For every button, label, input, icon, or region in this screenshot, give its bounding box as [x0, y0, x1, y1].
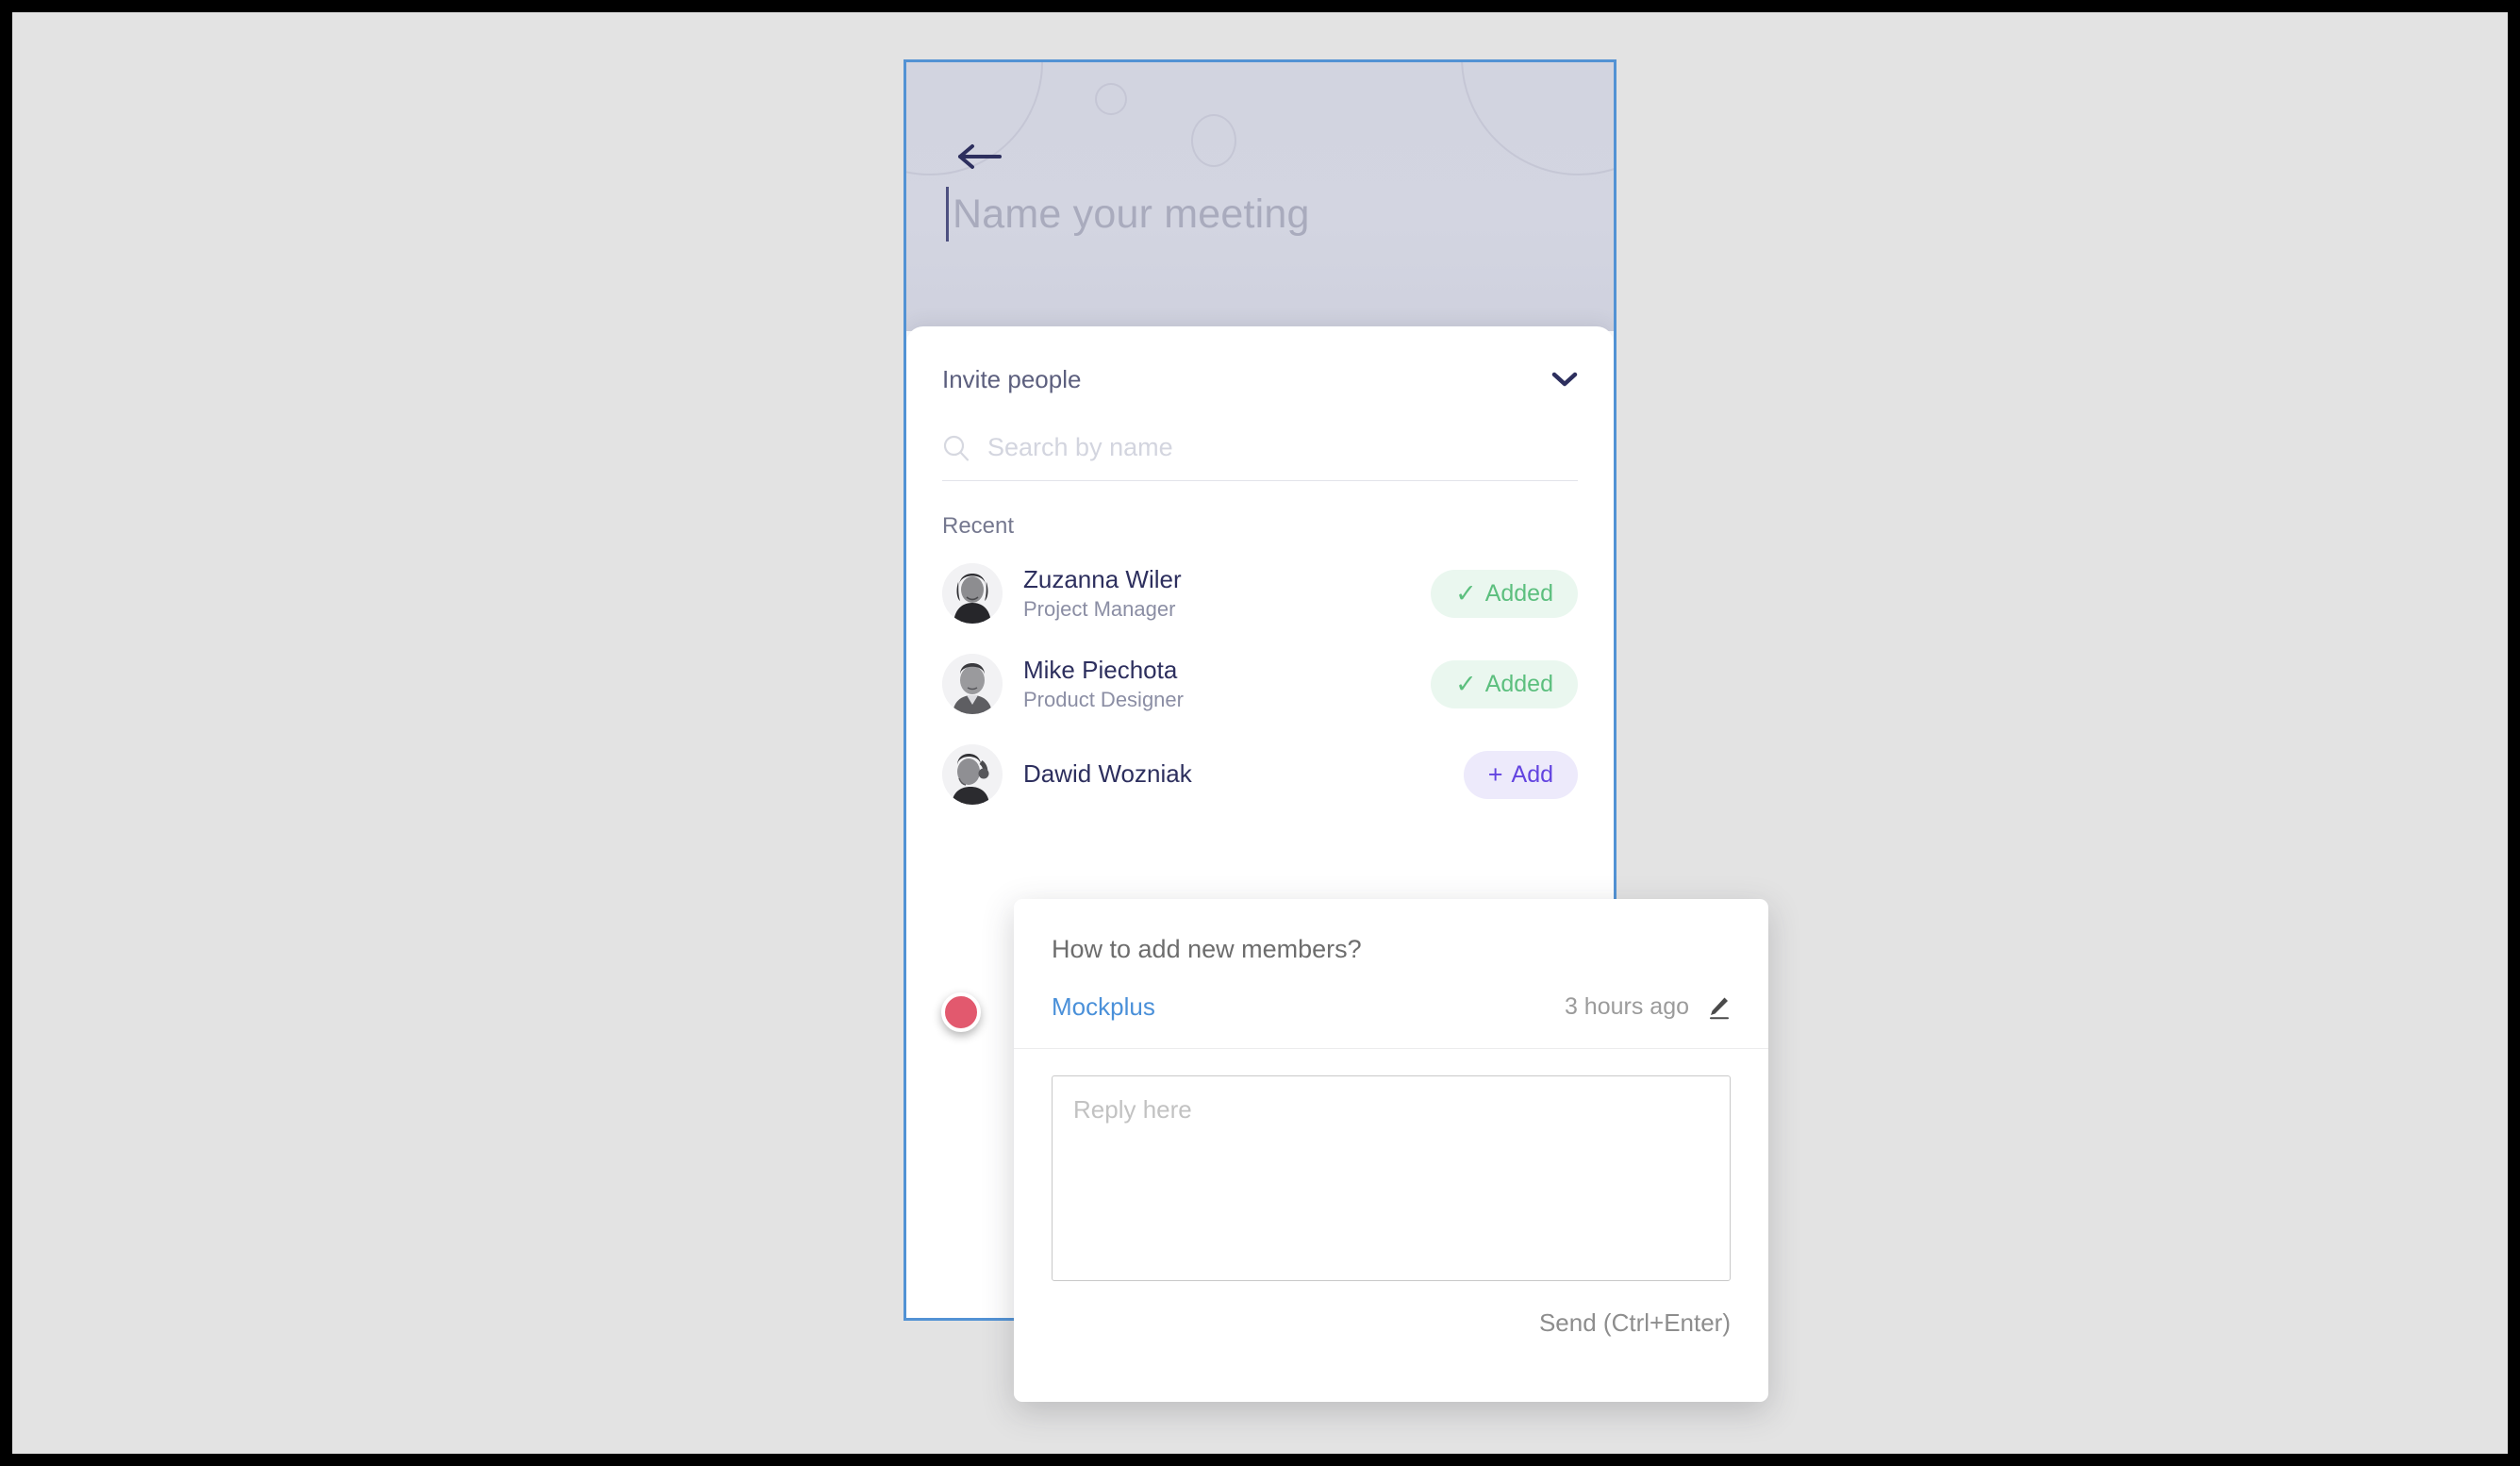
- add-button-label: Add: [1511, 760, 1553, 788]
- decorative-circle: [1095, 83, 1127, 115]
- meeting-title-field[interactable]: Name your meeting: [946, 180, 1310, 248]
- search-icon: [942, 434, 970, 462]
- person-role: Product Designer: [1023, 687, 1184, 711]
- person-name: Dawid Wozniak: [1023, 759, 1192, 789]
- search-input[interactable]: [987, 433, 1578, 462]
- screenshot-canvas: Name your meeting Invite people Search b…: [12, 12, 2508, 1454]
- comment-popup-header: How to add new members? Mockplus 3 hours…: [1014, 899, 1768, 1049]
- send-button[interactable]: Send (Ctrl+Enter): [1539, 1308, 1731, 1337]
- added-badge-label: Added: [1484, 579, 1553, 607]
- comment-marker[interactable]: [941, 992, 981, 1032]
- comment-timestamp: 3 hours ago: [1564, 993, 1689, 1020]
- plus-icon: +: [1487, 759, 1503, 789]
- recent-label: Recent: [942, 513, 1015, 539]
- list-item[interactable]: Zuzanna Wiler Project Manager ✓ Added: [942, 549, 1578, 638]
- decorative-circle: [1461, 62, 1614, 175]
- decorative-circle: [1191, 114, 1236, 167]
- added-badge[interactable]: ✓ Added: [1431, 659, 1578, 708]
- avatar: [942, 563, 1003, 624]
- list-item[interactable]: Dawid Wozniak + Add: [942, 730, 1578, 819]
- search-row[interactable]: [942, 415, 1578, 481]
- person-info: Mike Piechota Product Designer: [1023, 655, 1431, 712]
- comment-question: How to add new members?: [1052, 935, 1362, 963]
- comment-author[interactable]: Mockplus: [1052, 992, 1155, 1022]
- person-name: Mike Piechota: [1023, 656, 1178, 685]
- comment-popup: How to add new members? Mockplus 3 hours…: [1014, 899, 1768, 1402]
- invite-people-label: Invite people: [942, 364, 1082, 393]
- chevron-down-icon[interactable]: [1551, 371, 1578, 388]
- arrow-left-icon[interactable]: [957, 142, 1003, 171]
- list-item[interactable]: Mike Piechota Product Designer ✓ Added: [942, 640, 1578, 728]
- check-icon: ✓: [1455, 669, 1477, 698]
- person-info: Zuzanna Wiler Project Manager: [1023, 564, 1431, 622]
- add-button[interactable]: + Add: [1463, 750, 1578, 799]
- reply-input[interactable]: [1052, 1075, 1731, 1281]
- comment-meta: Mockplus 3 hours ago: [1052, 992, 1731, 1022]
- avatar: [942, 744, 1003, 805]
- meeting-header: Name your meeting: [906, 62, 1614, 331]
- comment-popup-body: [1014, 1049, 1768, 1286]
- person-info: Dawid Wozniak: [1023, 758, 1464, 790]
- text-caret: [946, 187, 949, 242]
- added-badge-label: Added: [1484, 670, 1553, 697]
- avatar: [942, 654, 1003, 714]
- added-badge[interactable]: ✓ Added: [1431, 569, 1578, 618]
- meeting-title-placeholder: Name your meeting: [953, 191, 1310, 237]
- person-role: Project Manager: [1023, 596, 1176, 621]
- send-row: Send (Ctrl+Enter): [1014, 1286, 1768, 1338]
- invite-people-header[interactable]: Invite people: [942, 326, 1578, 415]
- pencil-icon[interactable]: [1706, 995, 1731, 1020]
- check-icon: ✓: [1455, 578, 1477, 608]
- person-name: Zuzanna Wiler: [1023, 565, 1182, 594]
